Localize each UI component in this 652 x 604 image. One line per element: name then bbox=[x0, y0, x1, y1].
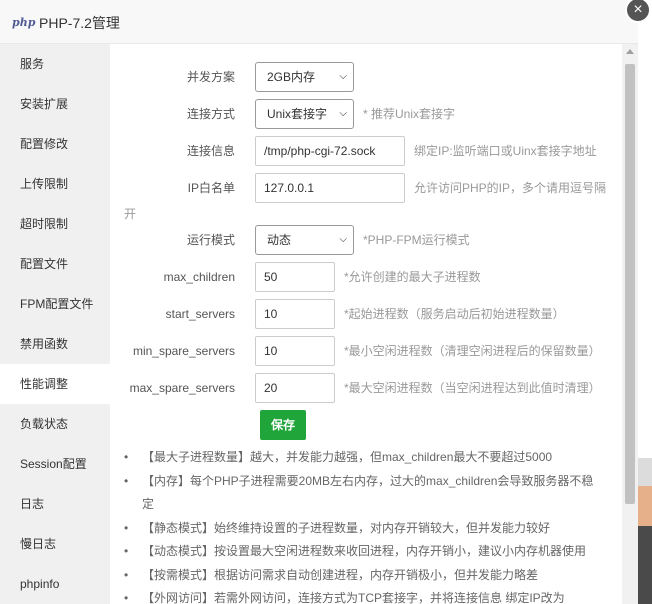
dialog-titlebar: php PHP-7.2管理 bbox=[0, 0, 638, 44]
max-spare-servers-row: max_spare_servers 20 *最大空闲进程数（当空闲进程达到此值时… bbox=[110, 373, 622, 403]
concurrency-row: 并发方案 2GB内存 ⌵ bbox=[110, 62, 622, 92]
conn-mode-label: 连接方式 bbox=[186, 107, 235, 121]
close-icon: × bbox=[633, 1, 643, 18]
run-mode-select[interactable]: 动态 ⌵ bbox=[255, 225, 354, 255]
sidebar-item-fpm-config-file[interactable]: FPM配置文件 bbox=[0, 284, 110, 324]
background-strip bbox=[638, 486, 652, 526]
max-children-row: max_children 50 *允许创建的最大子进程数 bbox=[110, 262, 622, 292]
run-mode-select-value: 动态 bbox=[267, 233, 292, 247]
run-mode-label: 运行模式 bbox=[186, 233, 235, 247]
chevron-down-icon: ⌵ bbox=[339, 234, 347, 245]
sidebar-item-performance-tuning[interactable]: 性能调整 bbox=[0, 364, 110, 404]
scrollbar-thumb[interactable] bbox=[625, 64, 635, 504]
sidebar-item-config-modify[interactable]: 配置修改 bbox=[0, 124, 110, 164]
tip-item: 【按需模式】根据访问需求自动创建进程，内存开销极小，但并发能力略差 bbox=[124, 564, 604, 588]
conn-info-hint: 绑定IP:监听端口或Uinx套接字地址 bbox=[414, 144, 597, 158]
min-spare-servers-input[interactable]: 10 bbox=[255, 336, 335, 366]
sidebar-item-slow-log[interactable]: 慢日志 bbox=[0, 524, 110, 564]
chevron-down-icon: ⌵ bbox=[339, 71, 347, 82]
start-servers-input[interactable]: 10 bbox=[255, 299, 335, 329]
sidebar-item-phpinfo[interactable]: phpinfo bbox=[0, 564, 110, 604]
save-button[interactable]: 保存 bbox=[260, 410, 306, 440]
conn-mode-hint: * 推荐Unix套接字 bbox=[363, 107, 456, 121]
sidebar: 服务 安装扩展 配置修改 上传限制 超时限制 配置文件 FPM配置文件 禁用函数… bbox=[0, 44, 110, 604]
max-children-input[interactable]: 50 bbox=[255, 262, 335, 292]
performance-tuning-panel: 并发方案 2GB内存 ⌵ 连接方式 Unix套接字 ⌵ * 推荐Unix套接字 … bbox=[110, 44, 622, 604]
scroll-up-arrow-icon[interactable] bbox=[626, 49, 634, 54]
max-children-hint: *允许创建的最大子进程数 bbox=[344, 270, 481, 284]
tip-item: 【内存】每个PHP子进程需要20MB左右内存，过大的max_children会导… bbox=[124, 470, 604, 517]
tips-list: 【最大子进程数量】越大，并发能力越强，但max_children最大不要超过50… bbox=[124, 446, 604, 604]
max-spare-servers-hint: *最大空闲进程数（当空闲进程达到此值时清理） bbox=[344, 381, 601, 395]
max-spare-servers-label: max_spare_servers bbox=[129, 381, 235, 395]
background-page-edge bbox=[638, 0, 652, 604]
tip-item: 【最大子进程数量】越大，并发能力越强，但max_children最大不要超过50… bbox=[124, 446, 604, 470]
min-spare-servers-hint: *最小空闲进程数（清理空闲进程后的保留数量） bbox=[344, 344, 601, 358]
ip-whitelist-input[interactable]: 127.0.0.1 bbox=[255, 173, 405, 203]
run-mode-row: 运行模式 动态 ⌵ *PHP-FPM运行模式 bbox=[110, 225, 622, 255]
background-strip bbox=[638, 526, 652, 604]
min-spare-servers-label: min_spare_servers bbox=[132, 344, 235, 358]
min-spare-servers-row: min_spare_servers 10 *最小空闲进程数（清理空闲进程后的保留… bbox=[110, 336, 622, 366]
sidebar-item-disabled-functions[interactable]: 禁用函数 bbox=[0, 324, 110, 364]
tip-item: 【外网访问】若需外网访问，连接方式为TCP套接字，并将连接信息 绑定IP改为 bbox=[124, 587, 604, 604]
sidebar-item-upload-limit[interactable]: 上传限制 bbox=[0, 164, 110, 204]
ip-whitelist-hint: 允许访问PHP的IP，多个请用逗号隔 bbox=[414, 181, 607, 195]
max-spare-servers-input[interactable]: 20 bbox=[255, 373, 335, 403]
sidebar-item-log[interactable]: 日志 bbox=[0, 484, 110, 524]
tip-item: 【静态模式】始终维持设置的子进程数量，对内存开销较大，但并发能力较好 bbox=[124, 517, 604, 541]
vertical-scrollbar[interactable] bbox=[622, 44, 638, 604]
ip-whitelist-row: IP白名单 127.0.0.1 允许访问PHP的IP，多个请用逗号隔 bbox=[110, 173, 622, 203]
conn-info-row: 连接信息 /tmp/php-cgi-72.sock 绑定IP:监听端口或Uinx… bbox=[110, 136, 622, 166]
sidebar-item-session-config[interactable]: Session配置 bbox=[0, 444, 110, 484]
start-servers-hint: *起始进程数（服务启动后初始进程数量） bbox=[344, 307, 565, 321]
conn-info-label: 连接信息 bbox=[186, 144, 235, 158]
conn-mode-select-value: Unix套接字 bbox=[267, 107, 328, 121]
sidebar-item-service[interactable]: 服务 bbox=[0, 44, 110, 84]
sidebar-item-config-file[interactable]: 配置文件 bbox=[0, 244, 110, 284]
tip-item: 【动态模式】按设置最大空闲进程数来收回进程，内存开销小，建议小内存机器使用 bbox=[124, 540, 604, 564]
sidebar-item-install-extension[interactable]: 安装扩展 bbox=[0, 84, 110, 124]
chevron-down-icon: ⌵ bbox=[339, 108, 347, 119]
conn-mode-row: 连接方式 Unix套接字 ⌵ * 推荐Unix套接字 bbox=[110, 99, 622, 129]
sidebar-item-load-status[interactable]: 负载状态 bbox=[0, 404, 110, 444]
dialog-title: PHP-7.2管理 bbox=[39, 15, 120, 31]
php-logo-icon: php bbox=[12, 16, 36, 29]
concurrency-select-value: 2GB内存 bbox=[267, 70, 316, 84]
background-strip bbox=[638, 458, 652, 486]
start-servers-label: start_servers bbox=[165, 307, 235, 321]
conn-mode-select[interactable]: Unix套接字 ⌵ bbox=[255, 99, 354, 129]
concurrency-label: 并发方案 bbox=[186, 70, 235, 84]
concurrency-select[interactable]: 2GB内存 ⌵ bbox=[255, 62, 354, 92]
run-mode-hint: *PHP-FPM运行模式 bbox=[363, 233, 470, 247]
sidebar-item-timeout-limit[interactable]: 超时限制 bbox=[0, 204, 110, 244]
php-manager-dialog: php PHP-7.2管理 服务 安装扩展 配置修改 上传限制 超时限制 配置文… bbox=[0, 0, 638, 604]
start-servers-row: start_servers 10 *起始进程数（服务启动后初始进程数量） bbox=[110, 299, 622, 329]
max-children-label: max_children bbox=[163, 270, 235, 284]
conn-info-input[interactable]: /tmp/php-cgi-72.sock bbox=[255, 136, 405, 166]
